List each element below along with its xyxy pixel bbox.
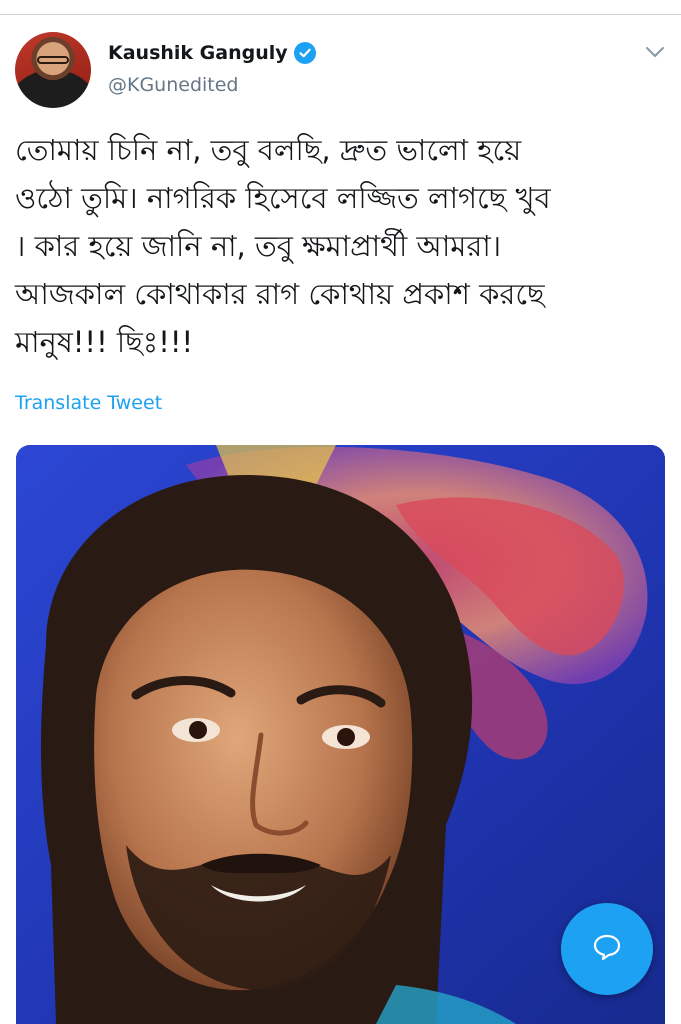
tweet-line: । কার হয়ে জানি না, তবু ক্ষমাপ্রার্থী আম… [15, 229, 502, 263]
tweet-line: আজকাল কোথাকার রাগ কোথায় প্রকাশ করছে [15, 277, 545, 311]
avatar[interactable] [15, 32, 91, 108]
tweet-line: ওঠো তুমি। নাগরিক হিসেবে লজ্জিত লাগছে খুব [15, 181, 551, 215]
top-divider [0, 14, 681, 15]
reply-bubble-icon [592, 933, 622, 965]
tweet-text: তোমায় চিনি না, তবু বলছি, দ্রুত ভালো হয়… [15, 126, 665, 366]
chevron-down-icon[interactable] [644, 42, 666, 62]
tweet-line: মানুষ!!! ছিঃ!!! [15, 325, 194, 359]
translate-tweet-link[interactable]: Translate Tweet [15, 392, 162, 414]
tweet-line: তোমায় চিনি না, তবু বলছি, দ্রুত ভালো হয়… [15, 133, 522, 167]
author-handle[interactable]: @KGunedited [108, 74, 239, 96]
author-name-row[interactable]: Kaushik Ganguly [108, 42, 316, 64]
reply-button[interactable] [561, 903, 653, 995]
author-name[interactable]: Kaushik Ganguly [108, 42, 288, 64]
avatar-glasses [37, 56, 69, 64]
verified-badge-icon [293, 42, 316, 64]
